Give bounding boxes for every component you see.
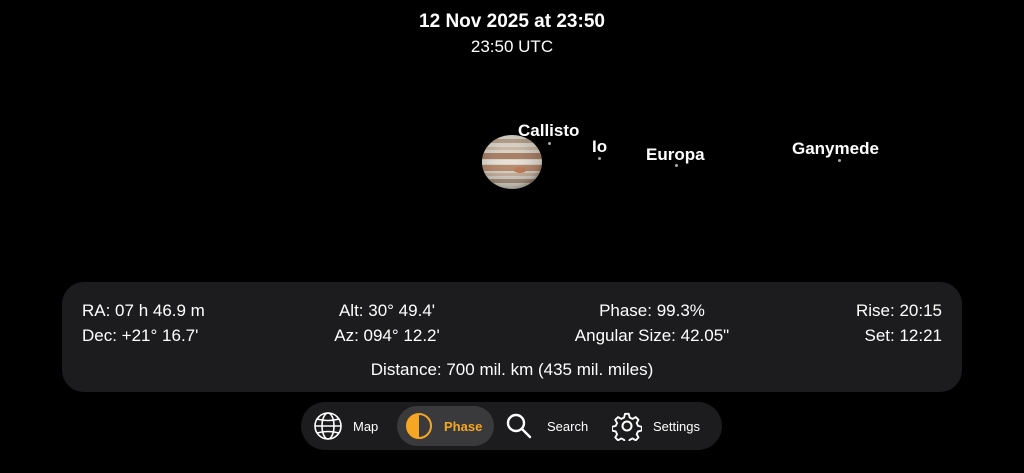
azimuth: Az: 094° 12.2' bbox=[334, 326, 440, 345]
globe-icon bbox=[314, 412, 342, 440]
moon-phase-icon bbox=[406, 413, 432, 439]
tab-search[interactable]: Search bbox=[503, 406, 603, 446]
tab-phase-label: Phase bbox=[444, 418, 483, 434]
tab-settings-label: Settings bbox=[653, 418, 700, 434]
info-panel: RA: 07 h 46.9 m Dec: +21° 16.7' Alt: 30°… bbox=[62, 282, 962, 392]
tab-search-label: Search bbox=[547, 418, 589, 434]
moon-label-europa[interactable]: Europa bbox=[646, 145, 705, 165]
moon-dot-io bbox=[598, 157, 601, 160]
moon-dot-ganymede bbox=[838, 159, 841, 162]
search-icon bbox=[506, 413, 532, 439]
moon-dot-europa bbox=[675, 164, 678, 167]
tab-map[interactable]: Map bbox=[311, 406, 401, 446]
phase-size-column: Phase: 99.3% Angular Size: 42.05" bbox=[552, 298, 752, 348]
tab-settings[interactable]: Settings bbox=[611, 406, 715, 446]
bottom-toolbar: Map Phase Search Settings bbox=[301, 402, 722, 450]
phase-value: Phase: 99.3% bbox=[599, 301, 705, 320]
moon-label-ganymede[interactable]: Ganymede bbox=[792, 139, 879, 159]
distance: Distance: 700 mil. km (435 mil. miles) bbox=[370, 360, 654, 379]
rise-set-column: Rise: 20:15 Set: 12:21 bbox=[856, 298, 942, 348]
gear-icon bbox=[612, 412, 642, 441]
sky-view[interactable]: Callisto Io Europa Ganymede bbox=[0, 0, 1024, 280]
moon-label-io[interactable]: Io bbox=[592, 137, 607, 157]
jupiter-planet[interactable] bbox=[482, 134, 542, 190]
altitude: Alt: 30° 49.4' bbox=[338, 301, 436, 320]
alt-az-column: Alt: 30° 49.4' Az: 094° 12.2' bbox=[312, 298, 462, 348]
moon-dot-callisto bbox=[548, 142, 551, 145]
declination: Dec: +21° 16.7' bbox=[82, 326, 199, 345]
ra-dec-column: RA: 07 h 46.9 m Dec: +21° 16.7' bbox=[82, 298, 205, 348]
tab-phase[interactable]: Phase bbox=[397, 406, 494, 446]
rise-time: Rise: 20:15 bbox=[856, 301, 942, 320]
right-ascension: RA: 07 h 46.9 m bbox=[82, 301, 205, 320]
set-time: Set: 12:21 bbox=[864, 326, 942, 345]
tab-map-label: Map bbox=[353, 418, 379, 434]
angular-size: Angular Size: 42.05" bbox=[574, 326, 730, 345]
moon-label-callisto[interactable]: Callisto bbox=[518, 121, 579, 141]
